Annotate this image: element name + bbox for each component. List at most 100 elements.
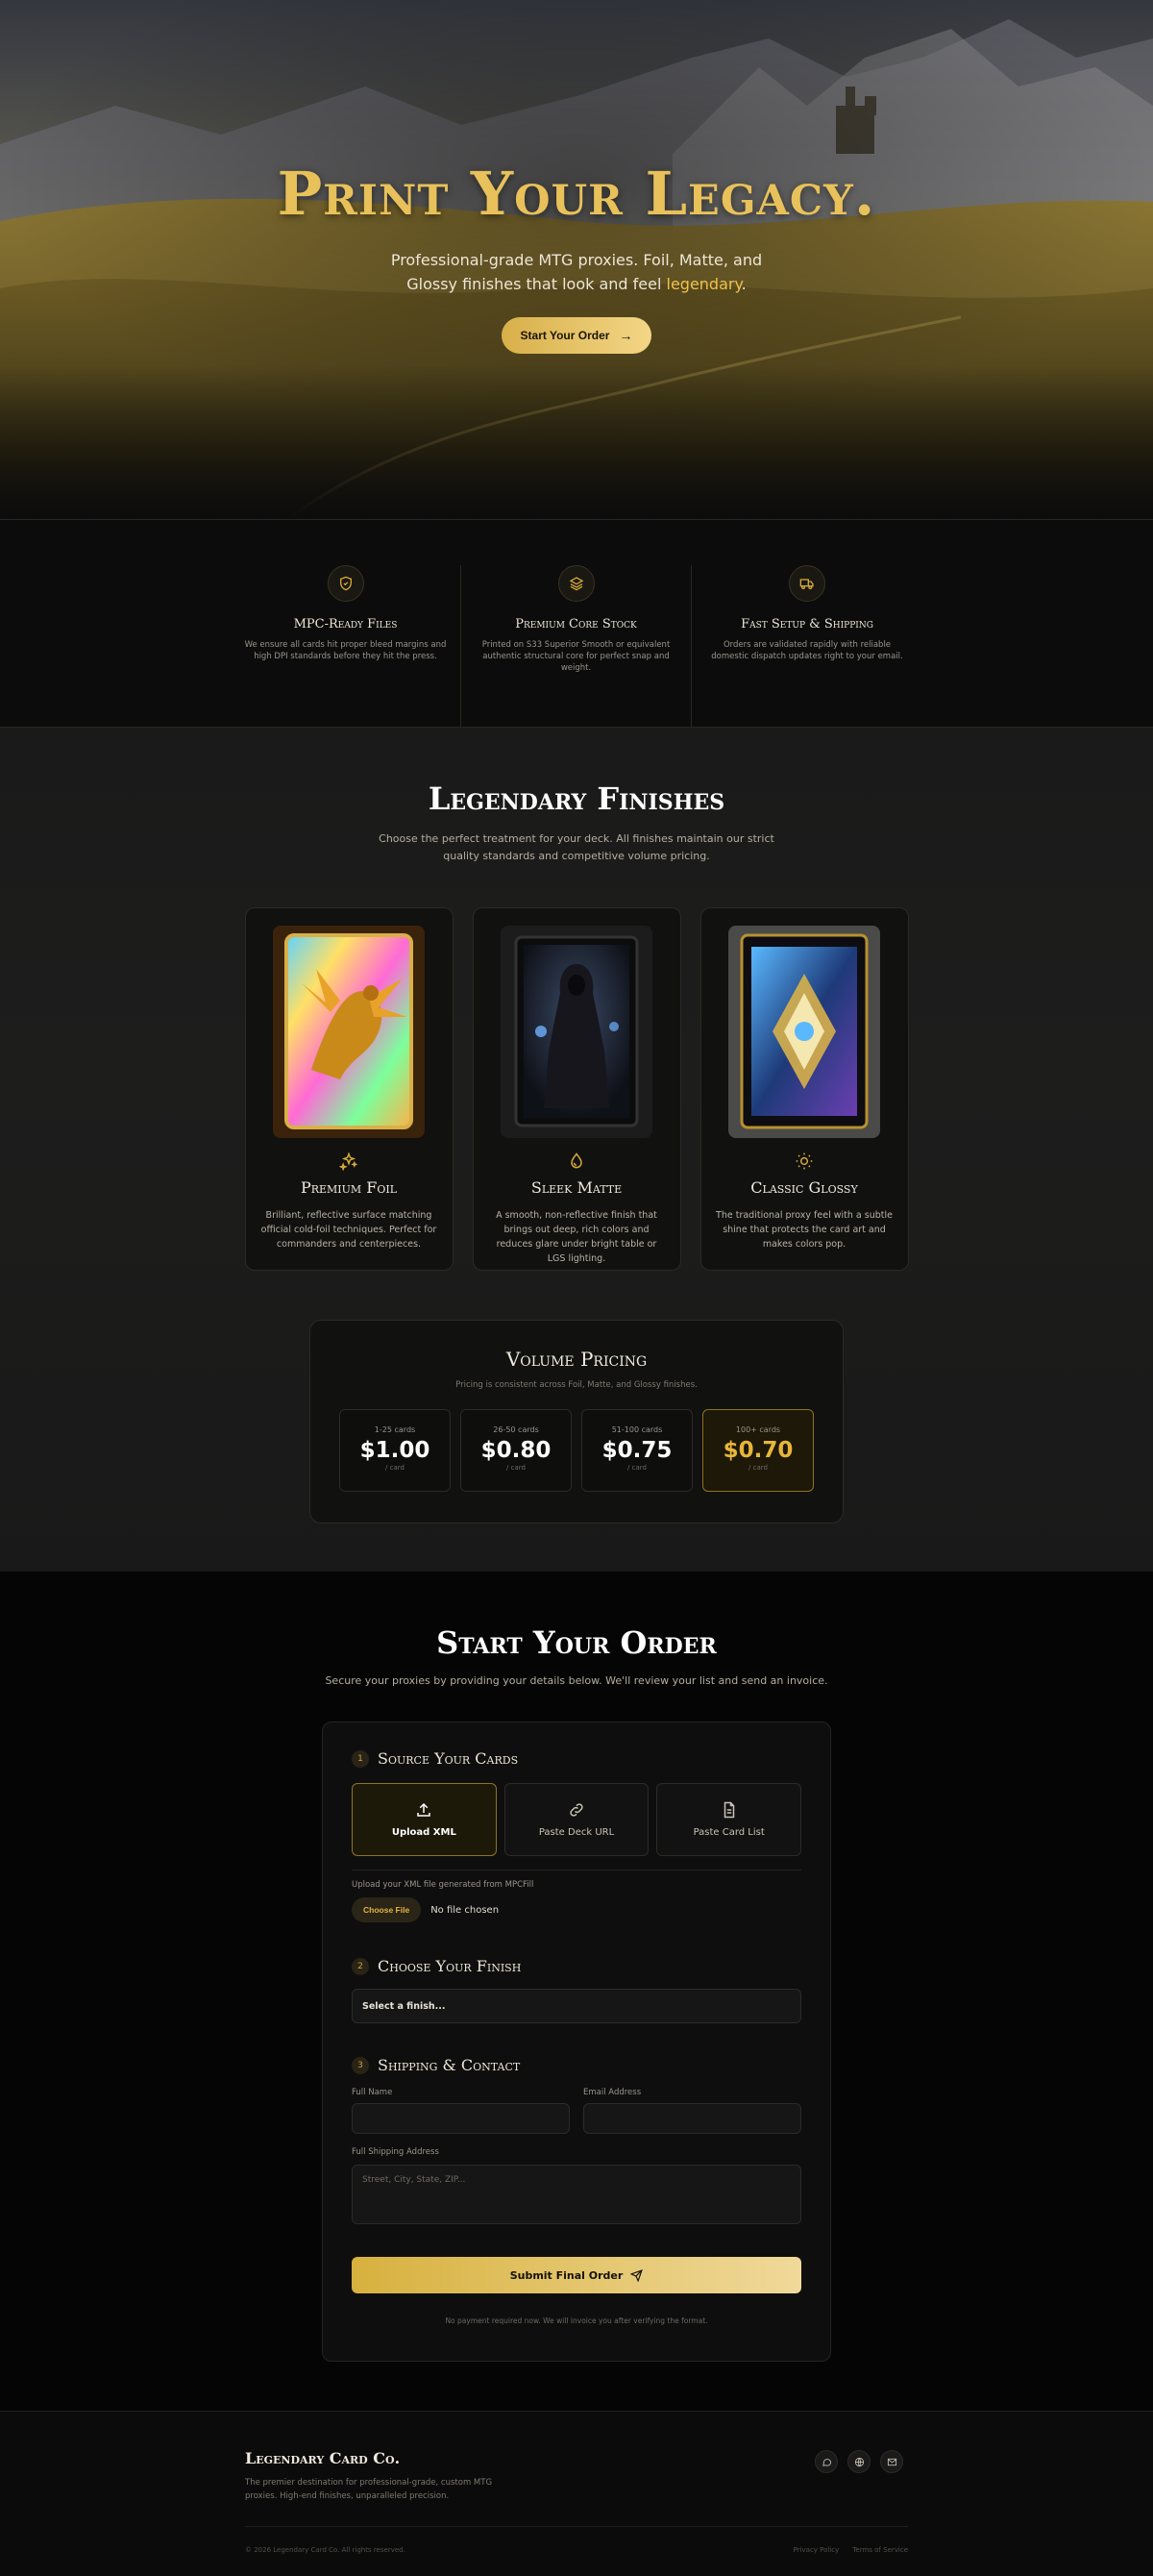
tier-unit: / card [627, 1464, 647, 1472]
address-textarea[interactable]: Street, City, State, ZIP... [352, 2165, 801, 2224]
finish-title: Sleek Matte [530, 1178, 623, 1197]
truck-icon [789, 565, 825, 602]
price-tier: 1-25 cards $1.00 / card [339, 1409, 451, 1492]
finish-text: Brilliant, reflective surface matching o… [260, 1210, 437, 1250]
sun-icon [701, 1152, 908, 1173]
no-file-text: No file chosen [430, 1904, 500, 1916]
finishes-title: Legendary Finishes [428, 780, 725, 817]
source-card-list-option[interactable]: Paste Card List [656, 1783, 802, 1856]
privacy-link[interactable]: Privacy Policy [794, 2546, 840, 2554]
features-section: MPC-Ready Files We ensure all cards hit … [0, 519, 1153, 728]
step-source: 1 Source Your Cards [352, 1749, 801, 1768]
volume-pricing-panel: Volume Pricing Pricing is consistent acr… [309, 1320, 844, 1523]
step-title: Choose Your Finish [378, 1957, 522, 1975]
choose-file-button[interactable]: Choose File [352, 1897, 422, 1922]
price-tier: 51-100 cards $0.75 / card [581, 1409, 693, 1492]
start-order-button[interactable]: Start Your Order → [501, 317, 652, 354]
step-title: Source Your Cards [378, 1749, 519, 1768]
upload-icon [417, 1802, 431, 1817]
finish-card-foil[interactable]: Premium Foil Brilliant, reflective surfa… [244, 907, 454, 1271]
shield-icon [327, 565, 364, 602]
order-form: 1 Source Your Cards Upload XML Paste Dec… [322, 1721, 831, 2362]
tier-unit: / card [748, 1464, 768, 1472]
source-label: Upload XML [391, 1827, 456, 1838]
finish-title: Premium Foil [300, 1178, 398, 1197]
link-icon [570, 1803, 583, 1817]
feature-shipping: Fast Setup & Shipping Orders are validat… [692, 565, 922, 727]
step-number: 1 [352, 1749, 369, 1768]
glossy-card-art-image [728, 926, 880, 1138]
start-order-label: Start Your Order [520, 329, 610, 342]
tier-price: $1.00 [359, 1438, 430, 1463]
source-deck-url-option[interactable]: Paste Deck URL [503, 1783, 650, 1856]
submit-label: Submit Final Order [509, 2268, 624, 2282]
finishes-subtitle: Choose the perfect treatment for your de… [379, 832, 774, 862]
volume-title: Volume Pricing [505, 1348, 648, 1371]
price-tier-highlighted: 100+ cards $0.70 / card [702, 1409, 814, 1492]
tier-range: 51-100 cards [611, 1425, 663, 1434]
email-label: Email Address [583, 2088, 642, 2097]
chat-icon[interactable] [815, 2450, 838, 2473]
tier-range: 100+ cards [735, 1425, 781, 1434]
finish-text: The traditional proxy feel with a subtle… [716, 1210, 893, 1250]
feature-title: Premium Core Stock [515, 617, 637, 632]
finishes-section: Legendary Finishes Choose the perfect tr… [0, 728, 1153, 1572]
order-title: Start Your Order [436, 1624, 717, 1661]
tier-unit: / card [385, 1464, 405, 1472]
send-icon [630, 2268, 644, 2282]
arrow-right-icon: → [619, 328, 633, 343]
tier-range: 26-50 cards [493, 1425, 539, 1434]
finish-title: Classic Glossy [750, 1178, 858, 1197]
feature-title: MPC-Ready Files [293, 617, 398, 632]
feature-text: Orders are validated rapidly with reliab… [711, 640, 903, 661]
finish-card-matte[interactable]: Sleek Matte A smooth, non-reflective fin… [472, 907, 681, 1271]
finish-card-glossy[interactable]: Classic Glossy The traditional proxy fee… [699, 907, 909, 1271]
feature-title: Fast Setup & Shipping [741, 617, 873, 632]
layers-icon [557, 565, 595, 602]
droplet-icon [474, 1152, 680, 1173]
submit-order-button[interactable]: Submit Final Order [352, 2257, 801, 2293]
sparkles-icon [246, 1152, 453, 1173]
full-name-label: Full Name [352, 2088, 393, 2097]
finish-text: A smooth, non-reflective finish that bri… [496, 1210, 657, 1264]
terms-link[interactable]: Terms of Service [852, 2546, 908, 2554]
volume-subtitle: Pricing is consistent across Foil, Matte… [455, 1380, 698, 1390]
hero-subtitle: Professional-grade MTG proxies. Foil, Ma… [390, 251, 763, 293]
full-name-input[interactable] [352, 2103, 570, 2134]
mail-icon[interactable] [880, 2450, 903, 2473]
globe-icon[interactable] [847, 2450, 871, 2473]
document-icon [724, 1801, 734, 1819]
footer-brand: Legendary Card Co. [245, 2449, 401, 2467]
feature-text: We ensure all cards hit proper bleed mar… [244, 640, 447, 661]
copyright-text: © 2026 Legendary Card Co. All rights res… [245, 2546, 405, 2554]
tier-price: $0.80 [480, 1438, 552, 1463]
step-number: 2 [352, 1957, 369, 1975]
hero-subtitle-highlight: legendary [666, 275, 742, 293]
upload-label: Upload your XML file generated from MPCF… [352, 1880, 534, 1890]
tier-price: $0.70 [723, 1438, 794, 1463]
hero-section: Print Your Legacy. Professional-grade MT… [0, 0, 1153, 519]
finish-select[interactable]: Select a finish... [352, 1989, 801, 2023]
step-shipping: 3 Shipping & Contact [352, 2056, 801, 2074]
footer-description: The premier destination for professional… [245, 2478, 493, 2501]
order-section: Start Your Order Secure your proxies by … [0, 1572, 1153, 2411]
tier-range: 1-25 cards [374, 1425, 416, 1434]
order-subtitle: Secure your proxies by providing your de… [325, 1674, 828, 1687]
payment-note: No payment required now. We will invoice… [445, 2316, 708, 2325]
matte-card-art-image [501, 926, 652, 1138]
tier-price: $0.75 [601, 1438, 673, 1463]
price-tier: 26-50 cards $0.80 / card [460, 1409, 572, 1492]
email-input[interactable] [583, 2103, 801, 2134]
step-number: 3 [352, 2056, 369, 2074]
foil-card-art-image [273, 926, 425, 1138]
source-label: Paste Card List [693, 1827, 765, 1838]
source-upload-xml-option[interactable]: Upload XML [352, 1783, 497, 1856]
source-label: Paste Deck URL [538, 1827, 615, 1838]
feature-core-stock: Premium Core Stock Printed on S33 Superi… [461, 565, 692, 727]
hero-title: Print Your Legacy. [277, 159, 876, 229]
step-title: Shipping & Contact [378, 2056, 521, 2074]
footer: Legendary Card Co. The premier destinati… [0, 2411, 1153, 2576]
feature-text: Printed on S33 Superior Smooth or equiva… [481, 640, 671, 673]
address-label: Full Shipping Address [352, 2147, 439, 2157]
step-finish: 2 Choose Your Finish [352, 1957, 801, 1975]
